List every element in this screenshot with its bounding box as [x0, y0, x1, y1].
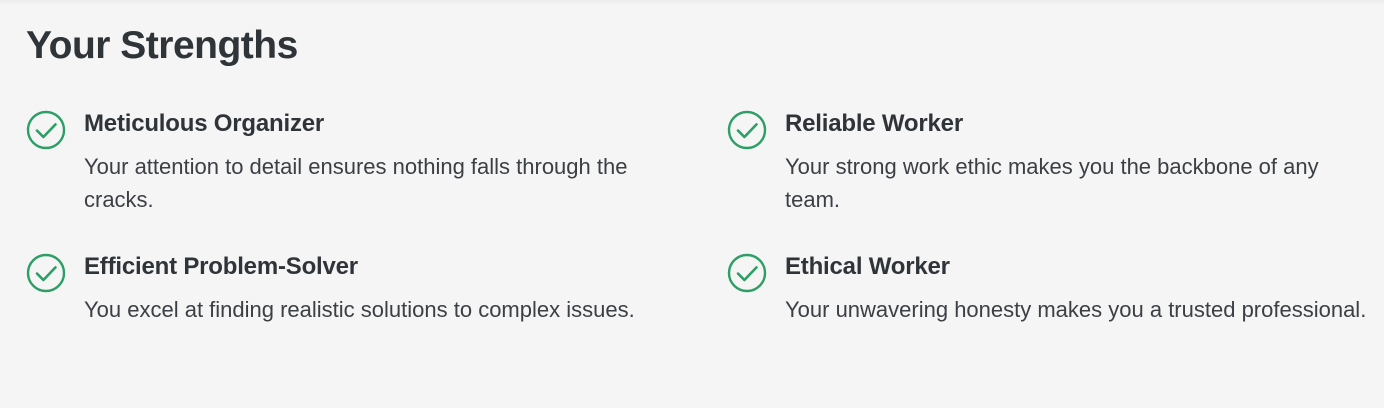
strength-title: Reliable Worker	[785, 110, 963, 137]
strength-item-reliable-worker: Reliable Worker Your strong work ethic m…	[727, 108, 1347, 228]
strengths-grid: Meticulous Organizer Your attention to d…	[26, 108, 1366, 378]
check-circle-icon	[727, 110, 767, 150]
strength-item-meticulous-organizer: Meticulous Organizer Your attention to d…	[26, 108, 646, 228]
strength-item-ethical-worker: Ethical Worker Your unwavering honesty m…	[727, 251, 1366, 371]
strength-item-efficient-problem-solver: Efficient Problem-Solver You excel at fi…	[26, 251, 646, 371]
check-circle-icon	[26, 110, 66, 150]
strength-description: Your strong work ethic makes you the bac…	[785, 154, 1319, 212]
strength-description: Your unwavering honesty makes you a trus…	[785, 297, 1367, 322]
strength-title: Ethical Worker	[785, 253, 950, 280]
check-circle-icon	[727, 253, 767, 293]
strength-title: Meticulous Organizer	[84, 110, 325, 137]
strength-description: You excel at finding realistic solutions…	[84, 297, 635, 322]
top-edge-shadow	[0, 0, 1384, 6]
strength-title: Efficient Problem-Solver	[84, 253, 358, 280]
section-title: Your Strengths	[26, 24, 298, 67]
check-circle-icon	[26, 253, 66, 293]
strengths-panel: Your Strengths Meticulous Organizer Your…	[0, 0, 1384, 408]
strength-description: Your attention to detail ensures nothing…	[84, 154, 628, 212]
